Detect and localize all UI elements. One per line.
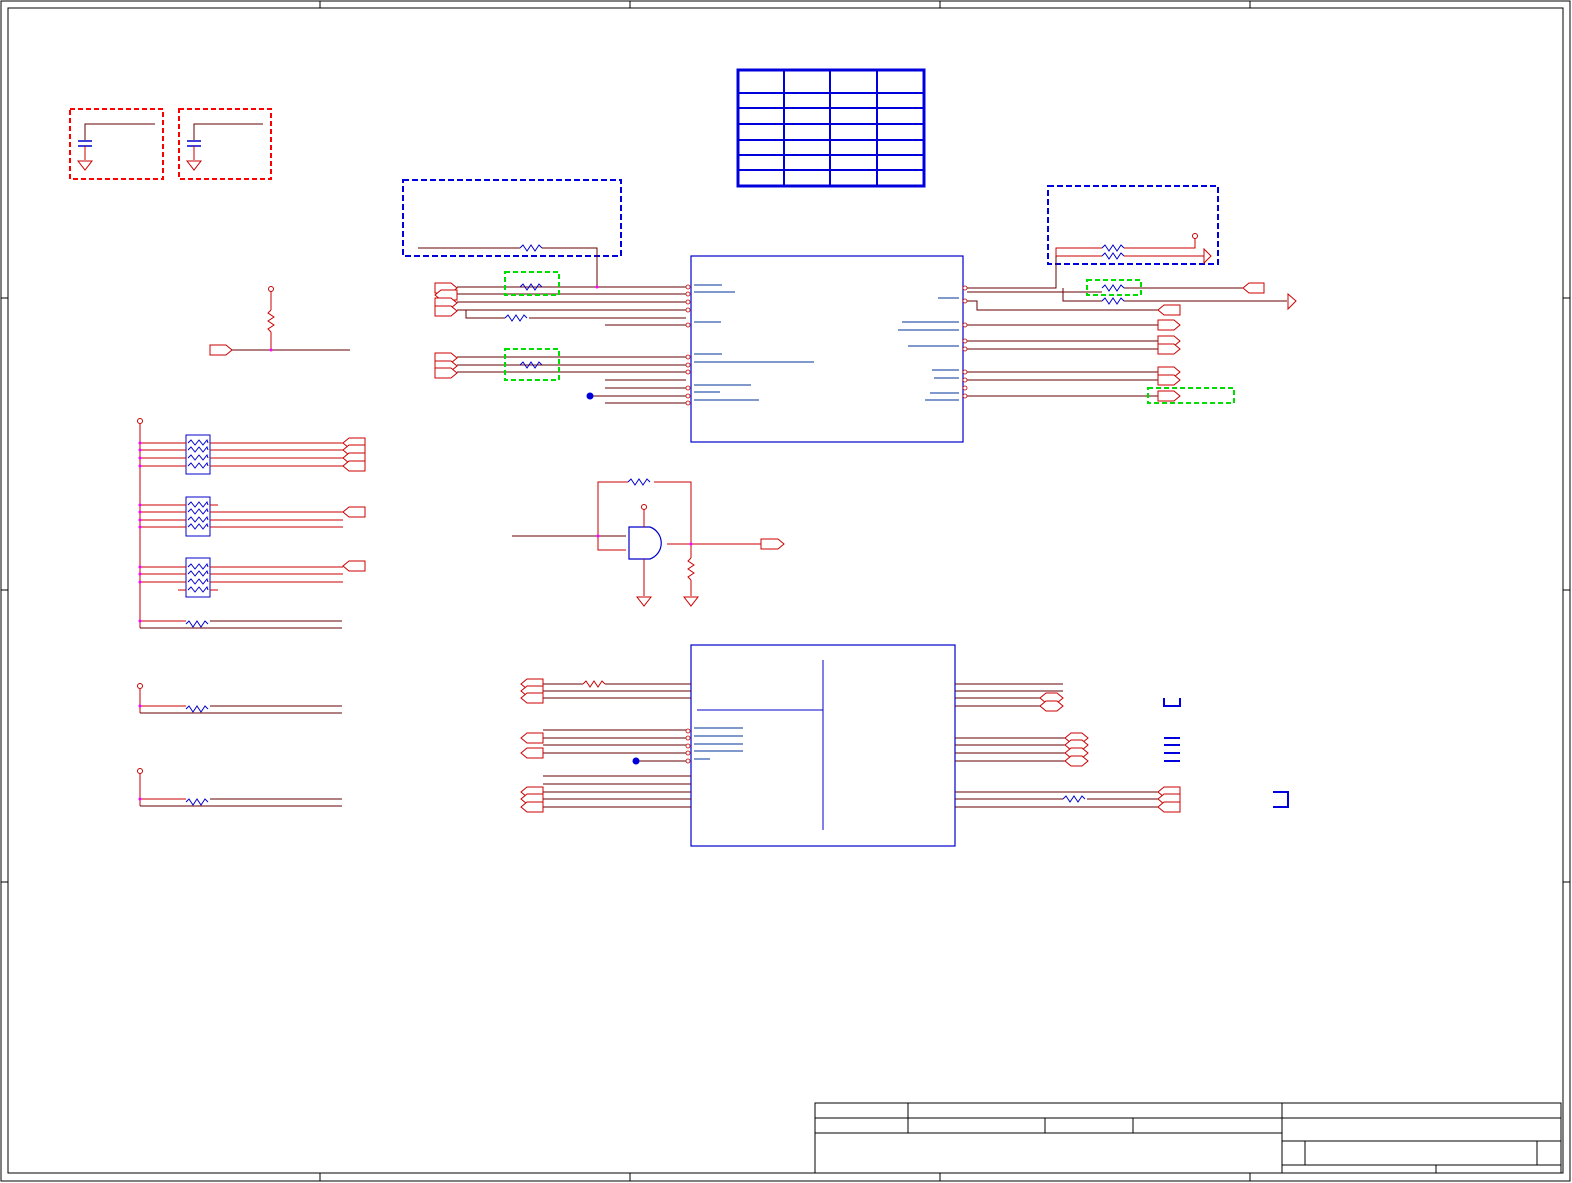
- resistor-icon: [1101, 284, 1125, 292]
- resistor-network-2: [138, 496, 366, 537]
- and-gate-icon: [628, 526, 662, 560]
- off-page-connector-icon: [1157, 374, 1181, 386]
- off-page-connector-icon: [520, 732, 544, 744]
- no-connect-markers: [1163, 698, 1289, 808]
- resistor-icon: [185, 798, 209, 806]
- lower-ic-left-nets: [543, 683, 691, 808]
- power-pin-icon: [268, 286, 274, 292]
- resistor-icon: [185, 705, 209, 713]
- junction-dot: [586, 392, 594, 400]
- off-page-connector-icon: [434, 367, 458, 379]
- single-pullup-2: [137, 683, 342, 714]
- upper-ic-left-nets: [457, 286, 686, 404]
- off-page-connector-icon: [434, 305, 458, 317]
- decoupling-cap-box-1: [69, 108, 164, 180]
- junction-dot: [595, 285, 599, 289]
- off-page-connector-icon: [1157, 304, 1181, 316]
- ground-icon: [635, 596, 653, 607]
- resistor-icon: [1101, 252, 1125, 260]
- resistor-icon: [504, 314, 528, 322]
- resistor-icon: [267, 309, 275, 333]
- resistor-network-1: [138, 434, 366, 475]
- ic-block-upper: [685, 255, 968, 443]
- power-pin-icon: [137, 768, 143, 774]
- junction-dot: [269, 348, 273, 352]
- signal-arrow-icon: [1203, 247, 1212, 265]
- ic-block-lower: [685, 644, 956, 847]
- power-pin-icon: [137, 683, 143, 689]
- ground-icon: [76, 160, 94, 171]
- single-pullup-1: [138, 619, 342, 629]
- power-pin-icon: [137, 418, 143, 424]
- bidir-connector-icon: [1064, 755, 1089, 767]
- resistor-network-3: [138, 557, 366, 598]
- resistor-icon: [1101, 244, 1125, 252]
- resistor-icon: [1101, 297, 1125, 305]
- upper-ic-left-connectors: [434, 282, 458, 379]
- ground-icon: [185, 160, 203, 171]
- off-page-connector-icon: [342, 506, 366, 518]
- title-block: [814, 1102, 1562, 1174]
- off-page-connector-icon: [1157, 343, 1181, 355]
- decoupling-cap-box-2: [178, 108, 272, 180]
- off-page-connector-icon: [1157, 319, 1181, 331]
- upper-ic-right-nets: [967, 256, 1287, 397]
- resistor-icon: [185, 620, 209, 628]
- note-box-left: [402, 179, 622, 287]
- capacitor-icon: [187, 140, 201, 147]
- lower-ic-left-connectors: [520, 678, 544, 813]
- bidir-connector-icon: [1039, 700, 1064, 712]
- off-page-connector-icon: [1157, 390, 1181, 402]
- schematic-sheet: [0, 0, 1571, 1182]
- power-pin-icon: [1192, 233, 1198, 239]
- resistor-icon: [582, 680, 606, 688]
- resistor-icon: [627, 478, 651, 486]
- signal-arrow-icon: [1287, 292, 1297, 311]
- power-pin-icon: [641, 504, 647, 510]
- series-resistor-option-1: [504, 271, 560, 296]
- off-page-connector-icon: [520, 747, 544, 759]
- off-page-connector-icon: [209, 344, 233, 356]
- single-pullup-3: [137, 768, 342, 807]
- capacitor-icon: [78, 140, 92, 147]
- off-page-connector-icon: [1242, 282, 1265, 294]
- strap-option-table: [736, 68, 926, 188]
- resistor-icon: [1062, 795, 1086, 803]
- resistor-icon: [687, 557, 695, 581]
- off-page-connector-icon: [520, 801, 544, 813]
- off-page-connector-icon: [342, 560, 366, 572]
- ground-icon: [682, 596, 700, 607]
- pullup-resistor-group: [209, 286, 350, 356]
- note-box-right: [1047, 185, 1219, 288]
- off-page-connector-icon: [760, 538, 785, 550]
- off-page-connector-icon: [1157, 801, 1181, 813]
- off-page-connector-icon: [520, 692, 544, 704]
- junction-dot: [632, 757, 640, 765]
- and-gate-circuit: [512, 478, 785, 607]
- off-page-connector-icon: [342, 460, 366, 472]
- resistor-icon: [519, 244, 543, 252]
